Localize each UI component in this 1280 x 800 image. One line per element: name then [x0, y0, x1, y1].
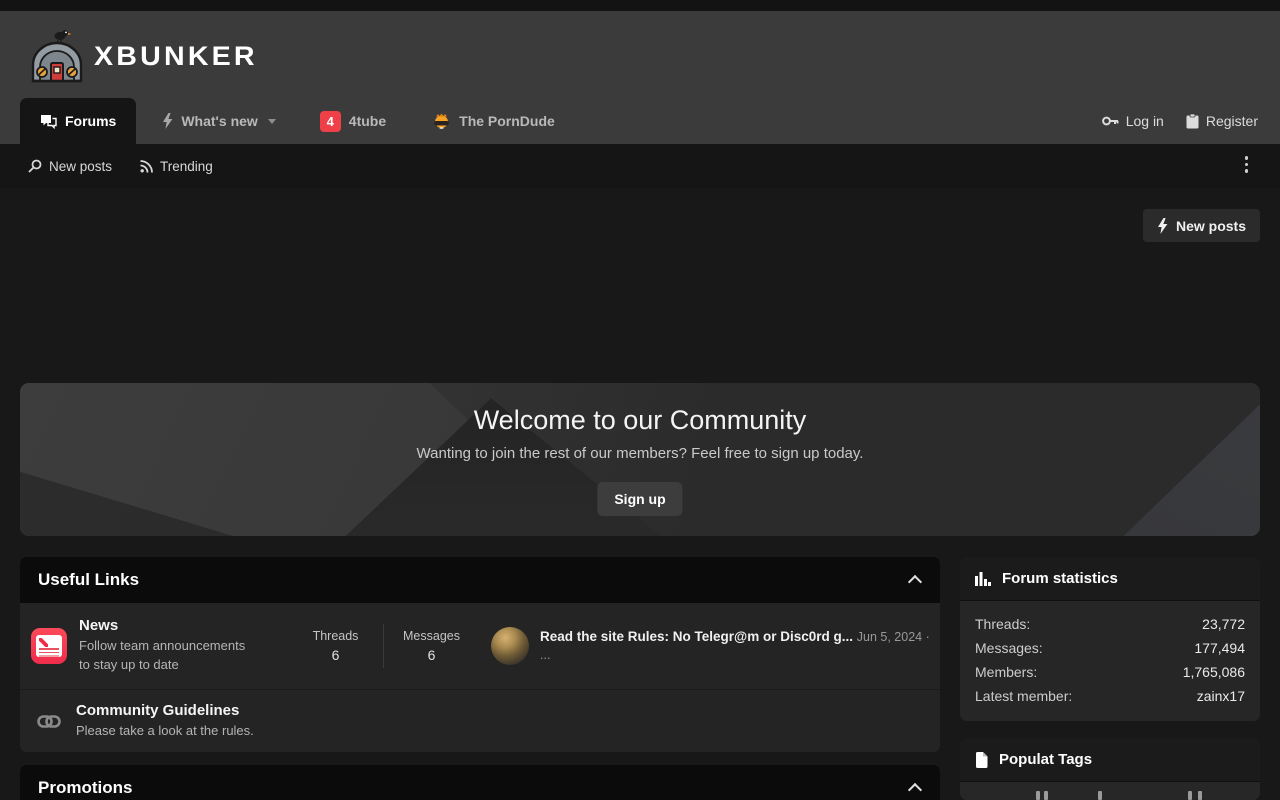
messages-label: Messages — [394, 629, 469, 643]
clipped-tag-text — [1036, 791, 1040, 800]
avatar[interactable] — [491, 627, 529, 665]
chevron-down-icon — [268, 119, 276, 124]
node-stats: Threads 6 Messages 6 — [298, 624, 469, 668]
threads-label: Threads — [298, 629, 373, 643]
quick-links-bar: New posts Trending — [0, 144, 1280, 188]
tab-whats-new[interactable]: What's new — [146, 98, 291, 144]
popular-tags-widget: Populat Tags — [960, 738, 1260, 800]
node-description: Follow team announcements to stay up to … — [79, 637, 254, 675]
tab-label: 4tube — [349, 113, 386, 129]
popular-tags-body — [960, 782, 1260, 800]
sign-up-button[interactable]: Sign up — [597, 482, 682, 516]
tab-porndude[interactable]: The PornDude — [416, 98, 571, 144]
new-posts-link[interactable]: New posts — [28, 159, 112, 174]
page-icon — [975, 752, 988, 768]
site-header: XBUNKER Forums What's new — [0, 11, 1280, 144]
stat-row-messages: Messages: 177,494 — [975, 636, 1245, 660]
rss-icon — [140, 160, 153, 173]
kebab-menu-icon[interactable] — [1245, 156, 1249, 173]
forum-home-page: XBUNKER Forums What's new — [0, 0, 1280, 800]
register-link[interactable]: Register — [1186, 113, 1258, 129]
magnifier-icon — [28, 159, 42, 173]
messages-value: 6 — [394, 647, 469, 663]
promotions-title: Promotions — [38, 778, 132, 798]
stat-label: Latest member: — [975, 684, 1072, 708]
login-link[interactable]: Log in — [1102, 113, 1164, 129]
messages-stat: Messages 6 — [394, 629, 469, 663]
popular-tags-title: Populat Tags — [999, 751, 1092, 768]
promotions-block: Promotions — [20, 765, 940, 800]
stat-label: Messages: — [975, 636, 1043, 660]
stat-row-members: Members: 1,765,086 — [975, 660, 1245, 684]
chain-link-icon — [37, 715, 61, 728]
welcome-banner: Welcome to our Community Wanting to join… — [20, 383, 1260, 536]
chevron-up-icon[interactable] — [910, 574, 922, 586]
red-4-badge-icon: 4 — [320, 111, 341, 132]
new-posts-label: New posts — [49, 159, 112, 174]
clipped-tag-text — [1188, 791, 1192, 800]
node-info: News Follow team announcements to stay u… — [79, 617, 254, 675]
node-description: Please take a look at the rules. — [76, 722, 254, 741]
stat-row-threads: Threads: 23,772 — [975, 612, 1245, 636]
stat-value[interactable]: zainx17 — [1197, 684, 1245, 708]
main-nav: Forums What's new 4 4tube — [0, 98, 1280, 144]
lightning-bolt-icon — [1157, 218, 1168, 234]
latest-post-title[interactable]: Read the site Rules: No Telegr@m or Disc… — [540, 629, 853, 644]
tab-4tube[interactable]: 4 4tube — [304, 98, 402, 144]
login-label: Log in — [1126, 113, 1164, 129]
register-label: Register — [1206, 113, 1258, 129]
news-app-icon — [31, 628, 67, 664]
stat-value: 1,765,086 — [1183, 660, 1245, 684]
welcome-title: Welcome to our Community — [20, 405, 1260, 436]
popular-tags-header: Populat Tags — [960, 738, 1260, 782]
tab-label: Forums — [65, 113, 116, 129]
stat-label: Threads: — [975, 612, 1030, 636]
stat-value: 23,772 — [1202, 612, 1245, 636]
clipped-tag-text — [1198, 791, 1202, 800]
promotions-header[interactable]: Promotions — [20, 765, 940, 800]
tab-forums[interactable]: Forums — [20, 98, 136, 144]
top-strip — [0, 0, 1280, 11]
clipped-tag-text — [1098, 791, 1102, 800]
useful-links-header[interactable]: Useful Links — [20, 557, 940, 603]
threads-stat: Threads 6 — [298, 629, 373, 663]
tab-label: The PornDude — [459, 113, 555, 129]
brand[interactable]: XBUNKER — [30, 20, 249, 92]
key-icon — [1102, 115, 1119, 127]
bird-icon — [55, 30, 72, 43]
node-title[interactable]: News — [79, 617, 254, 634]
forum-node-news[interactable]: News Follow team announcements to stay u… — [20, 603, 940, 690]
stat-value: 177,494 — [1194, 636, 1245, 660]
clipboard-icon — [1186, 114, 1199, 129]
clipped-tag-text — [1044, 791, 1048, 800]
latest-post[interactable]: Read the site Rules: No Telegr@m or Disc… — [491, 627, 940, 665]
new-posts-button[interactable]: New posts — [1143, 209, 1260, 242]
tab-label: What's new — [181, 113, 257, 129]
forum-statistics-header: Forum statistics — [960, 557, 1260, 601]
divider — [383, 624, 384, 668]
bar-chart-icon — [975, 571, 991, 586]
welcome-subtitle: Wanting to join the rest of our members?… — [20, 445, 1260, 462]
forum-statistics-widget: Forum statistics Threads: 23,772 Message… — [960, 557, 1260, 721]
dude-face-icon — [432, 113, 451, 130]
node-info: Community Guidelines Please take a look … — [76, 702, 254, 741]
threads-value: 6 — [298, 647, 373, 663]
lightning-bolt-icon — [162, 113, 173, 129]
trending-link[interactable]: Trending — [140, 159, 213, 174]
new-posts-button-label: New posts — [1176, 218, 1246, 234]
forum-statistics-title: Forum statistics — [1002, 570, 1118, 587]
useful-links-title: Useful Links — [38, 570, 139, 590]
chat-bubbles-icon — [40, 114, 57, 129]
auth-links: Log in Register — [1102, 98, 1258, 144]
node-title[interactable]: Community Guidelines — [76, 702, 254, 719]
stat-label: Members: — [975, 660, 1037, 684]
forum-node-guidelines[interactable]: Community Guidelines Please take a look … — [20, 690, 940, 752]
forum-statistics-body: Threads: 23,772 Messages: 177,494 Member… — [960, 601, 1260, 721]
brand-name: XBUNKER — [94, 41, 258, 72]
chevron-up-icon[interactable] — [910, 782, 922, 794]
stat-row-latest-member: Latest member: zainx17 — [975, 684, 1245, 708]
useful-links-block: Useful Links News Follow team announceme… — [20, 557, 940, 752]
bunker-logo-icon — [30, 27, 84, 85]
trending-label: Trending — [160, 159, 213, 174]
